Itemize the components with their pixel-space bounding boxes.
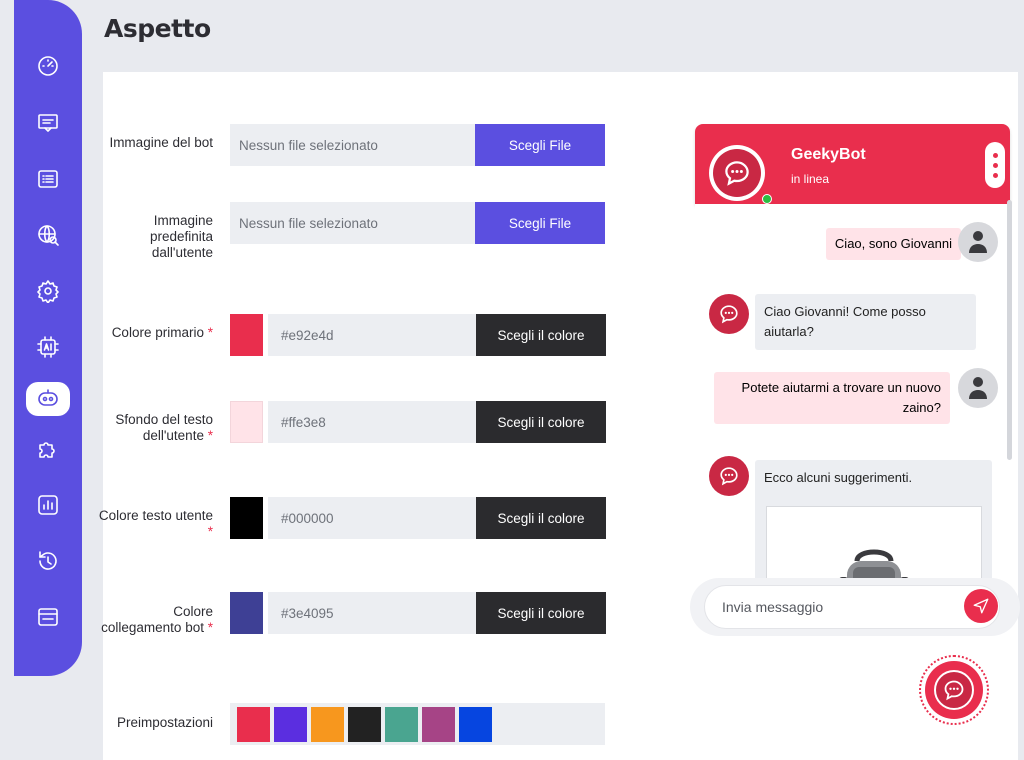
kebab-dot-icon (992, 152, 998, 158)
user-silhouette-icon (969, 231, 987, 253)
preset-color-swatch[interactable] (385, 706, 418, 742)
user-avatar (958, 222, 998, 262)
preset-color-swatch[interactable] (311, 706, 344, 742)
user-text-color-label: Colore testo utente * (98, 508, 213, 539)
chat-icon (38, 114, 58, 132)
bot-status: in linea (791, 172, 830, 186)
preset-color-swatch[interactable] (422, 706, 455, 742)
online-indicator (762, 194, 772, 204)
bot-image-file-input[interactable]: Nessun file selezionato Scegli File (230, 124, 605, 166)
kebab-dot-icon (992, 162, 998, 168)
chat-messages[interactable]: Ciao, sono Giovanni Ciao Giovanni! Come … (695, 204, 1010, 584)
speech-bubble-icon (720, 305, 738, 324)
ai-chip-icon (37, 336, 59, 358)
speech-bubble-icon (944, 680, 964, 701)
bot-avatar (709, 145, 765, 201)
user-image-choose-button[interactable]: Scegli File (475, 202, 605, 244)
chat-header: GeekyBot in linea (695, 124, 1010, 204)
send-icon (973, 598, 989, 614)
bot-message-text: Ecco alcuni suggerimenti. (764, 470, 913, 485)
analytics-icon (38, 495, 58, 515)
user-text-color-button[interactable]: Scegli il colore (476, 497, 606, 539)
speech-bubble-icon (720, 467, 738, 486)
bot-icon (38, 389, 58, 406)
bot-image-file-name: Nessun file selezionato (239, 137, 378, 153)
user-message: Ciao, sono Giovanni (825, 228, 961, 260)
preset-bar (230, 703, 605, 745)
list-icon (38, 170, 58, 188)
message-input[interactable]: Invia messaggio (704, 585, 1000, 629)
bot-image-label: Immagine del bot (109, 135, 213, 150)
sidebar-item-list[interactable] (26, 162, 70, 196)
primary-color-button[interactable]: Scegli il colore (476, 314, 606, 356)
chat-input-area: Invia messaggio (690, 578, 1020, 636)
chat-scrollbar[interactable] (1007, 200, 1012, 460)
dashboard-icon (38, 56, 58, 76)
sidebar-item-settings[interactable] (26, 274, 70, 308)
bot-name: GeekyBot (791, 146, 866, 163)
preset-color-swatch[interactable] (237, 706, 270, 742)
window-icon (38, 608, 58, 626)
history-icon (39, 551, 57, 570)
primary-color-swatch[interactable] (230, 314, 263, 356)
bot-message-avatar (709, 294, 749, 334)
bot-link-color-button[interactable]: Scegli il colore (476, 592, 606, 634)
sidebar-item-chat[interactable] (26, 106, 70, 140)
sidebar-item-ai[interactable] (26, 330, 70, 364)
preset-color-swatch[interactable] (348, 706, 381, 742)
chat-preview: GeekyBot in linea Ciao, sono Giovanni Ci… (690, 122, 1020, 642)
speech-bubble-icon (725, 161, 749, 186)
bot-link-color-swatch[interactable] (230, 592, 263, 634)
sidebar-item-globe[interactable] (26, 218, 70, 252)
bot-link-color-input[interactable]: #3e4095 (268, 592, 476, 634)
user-avatar (958, 368, 998, 408)
bot-message-avatar (709, 456, 749, 496)
preset-color-swatch[interactable] (459, 706, 492, 742)
chat-menu-button[interactable] (985, 142, 1005, 188)
sidebar-item-history[interactable] (26, 544, 70, 578)
primary-color-label: Colore primario * (111, 325, 213, 340)
bot-link-color-label: Colore collegamento bot * (101, 604, 213, 635)
product-card[interactable] (766, 506, 982, 584)
primary-color-input[interactable]: #e92e4d (268, 314, 476, 356)
globe-search-icon (38, 225, 59, 246)
bot-message: Ciao Giovanni! Come posso aiutarla? (755, 294, 976, 350)
user-text-bg-label: Sfondo del testo dell'utente * (115, 412, 213, 443)
user-text-bg-input[interactable]: #ffe3e8 (268, 401, 476, 443)
presets-label: Preimpostazioni (116, 715, 213, 730)
sidebar-item-appearance[interactable] (26, 382, 70, 416)
user-image-label: Immagine predefinita dall'utente (149, 213, 213, 260)
user-text-color-input[interactable]: #000000 (268, 497, 476, 539)
sidebar-item-window[interactable] (26, 600, 70, 634)
user-text-bg-swatch[interactable] (230, 401, 263, 443)
gear-icon (37, 280, 59, 303)
user-text-bg-button[interactable]: Scegli il colore (476, 401, 606, 443)
puzzle-icon (39, 442, 55, 458)
sidebar-item-dashboard[interactable] (26, 48, 70, 82)
user-message: Potete aiutarmi a trovare un nuovo zaino… (714, 372, 950, 424)
user-image-file-name: Nessun file selezionato (239, 215, 378, 231)
preset-color-swatch[interactable] (274, 706, 307, 742)
user-text-color-swatch[interactable] (230, 497, 263, 539)
sidebar-item-integrations[interactable] (26, 432, 70, 466)
chat-launcher-button[interactable] (919, 655, 989, 725)
user-image-file-input[interactable]: Nessun file selezionato Scegli File (230, 202, 605, 244)
kebab-dot-icon (992, 172, 998, 178)
send-button[interactable] (964, 589, 998, 623)
sidebar (14, 0, 82, 676)
bot-image-choose-button[interactable]: Scegli File (475, 124, 605, 166)
page-title: Aspetto (104, 14, 211, 43)
sidebar-item-analytics[interactable] (26, 488, 70, 522)
user-silhouette-icon (969, 377, 987, 399)
